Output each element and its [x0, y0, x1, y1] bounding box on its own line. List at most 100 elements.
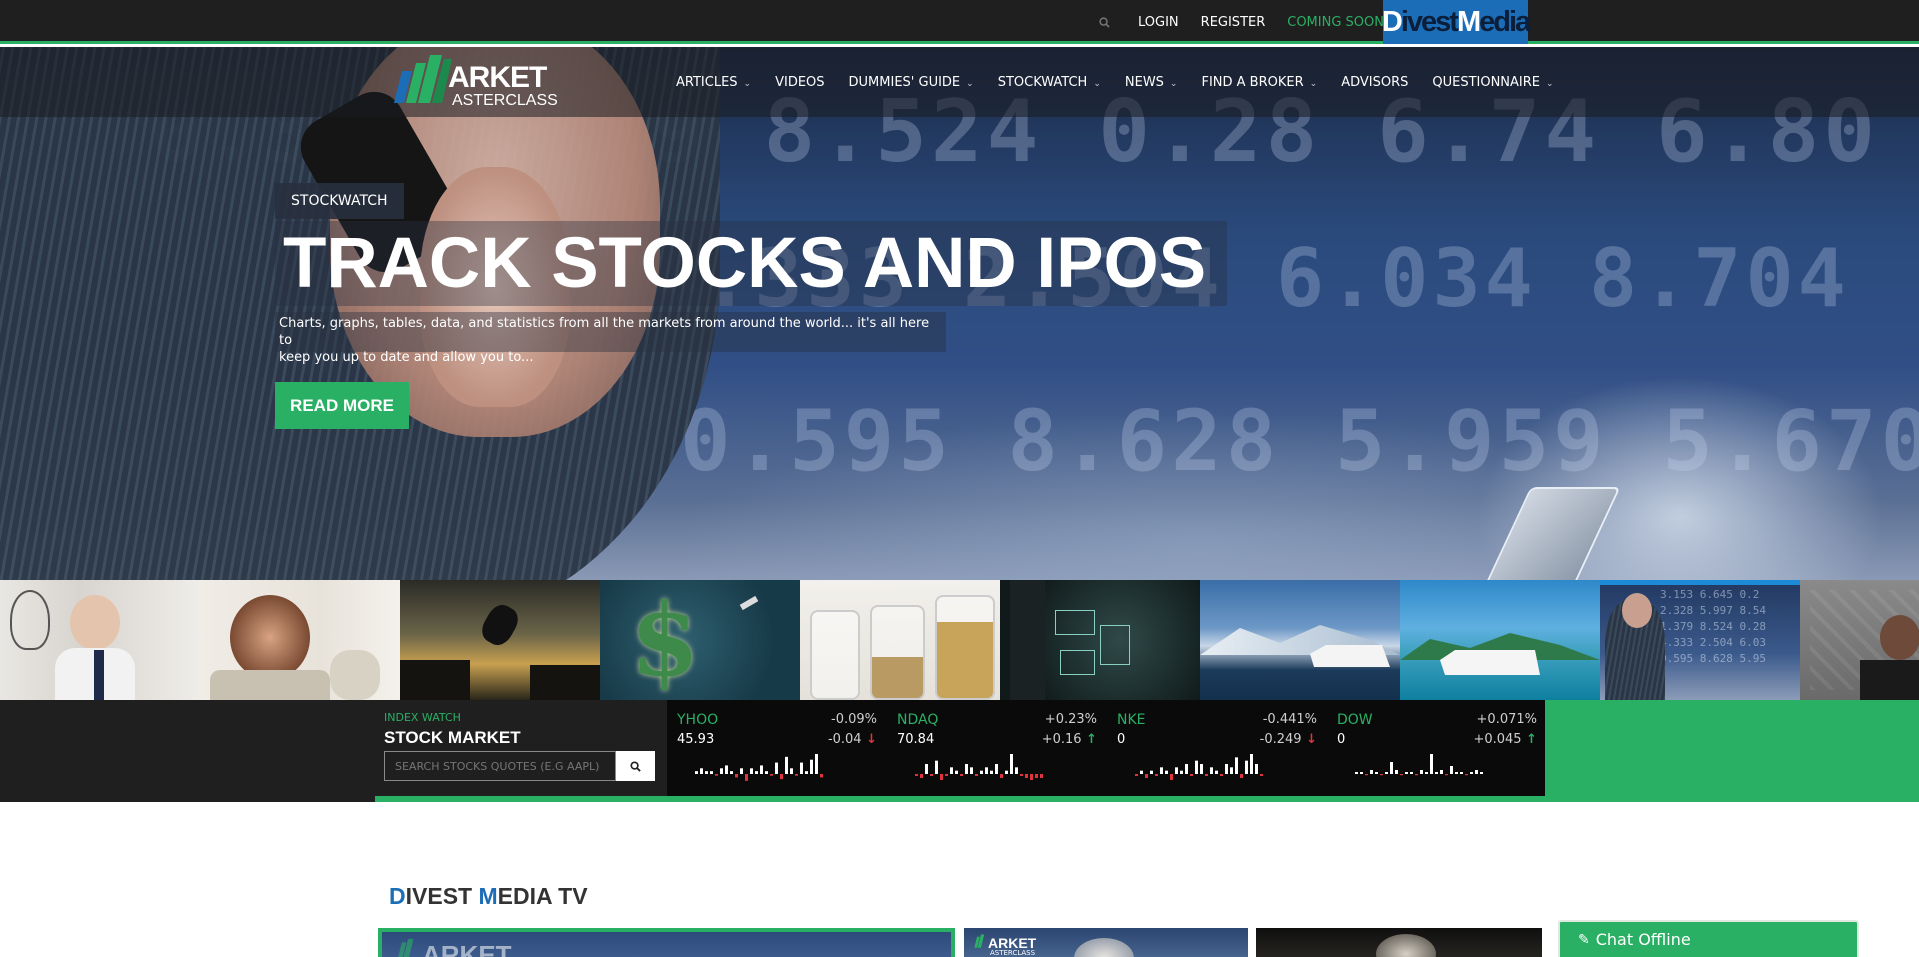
sparkline-bar — [990, 770, 993, 774]
sparkline-bar — [1425, 772, 1428, 774]
chevron-down-icon: ⌄ — [1546, 78, 1554, 89]
chevron-down-icon: ⌄ — [1309, 78, 1318, 89]
sparkline-bar — [940, 774, 943, 780]
ticker-ndaq[interactable]: NDAQ +0.23% 70.84 +0.16 ↑ — [887, 700, 1097, 796]
hero-excerpt: Charts, graphs, tables, data, and statis… — [275, 312, 946, 365]
sparkline-bar — [1145, 774, 1148, 778]
thumbnail-lightbulb-man[interactable] — [0, 580, 200, 700]
sparkline-bar — [1155, 774, 1158, 776]
nav-item-find-a-broker[interactable]: FIND A BROKER ⌄ — [1201, 75, 1317, 90]
video-thumbnail-1[interactable]: ARKET — [378, 928, 955, 957]
read-more-button[interactable]: READ MORE — [275, 382, 409, 429]
sparkline-bar — [705, 771, 708, 774]
ticker-dow[interactable]: DOW +0.071% 0 +0.045 ↑ — [1327, 700, 1537, 796]
ticker-sparkline — [1355, 754, 1483, 776]
search-icon — [630, 760, 641, 772]
divest-media-logo[interactable]: DivestMedia — [1382, 0, 1531, 44]
sparkline-bar — [1435, 772, 1438, 774]
thumbnail-businessman-phone[interactable]: 3.153 6.645 0.2 2.328 5.997 8.54 1.379 8.5… — [1600, 580, 1800, 700]
sparkline-bar — [1180, 770, 1183, 774]
sparkline-bar — [1170, 774, 1173, 780]
hero-bg-numbers-3: 0.595 8.628 5.959 5.670 — [680, 392, 1919, 490]
sparkline-bar — [965, 764, 968, 774]
search-icon[interactable] — [1096, 14, 1112, 30]
sparkline-bar — [1415, 774, 1418, 776]
nav-item-news[interactable]: NEWS ⌄ — [1125, 75, 1178, 90]
laptop-image — [1479, 487, 1621, 580]
index-watch-label: INDEX WATCH — [384, 711, 461, 724]
coming-soon-link[interactable]: COMING SOON — [1287, 15, 1384, 30]
thumbnail-dollar-island[interactable]: $ — [600, 580, 800, 700]
sparkline-bar — [955, 770, 958, 774]
hero-headline[interactable]: TRACK STOCKS AND IPOS — [275, 221, 1227, 306]
ticker-price: 0 — [1117, 732, 1126, 747]
thumbnail-cruise-ship-tropical[interactable] — [1400, 580, 1600, 700]
sparkline-bar — [945, 774, 948, 776]
register-link[interactable]: REGISTER — [1201, 15, 1266, 30]
hero-category-tag[interactable]: STOCKWATCH — [275, 183, 404, 219]
thumbnail-jumping-silhouette[interactable] — [400, 580, 600, 700]
sparkline-bar — [1400, 774, 1403, 776]
nav-item-dummies-guide[interactable]: DUMMIES' GUIDE ⌄ — [849, 75, 974, 90]
sparkline-bar — [1040, 774, 1043, 778]
ticker-change: -0.249 ↓ — [1260, 732, 1317, 747]
sparkline-bar — [1470, 772, 1473, 774]
nav-item-articles[interactable]: ARTICLES ⌄ — [676, 75, 751, 90]
title-letter: M — [478, 883, 498, 909]
nav-item-questionnaire[interactable]: QUESTIONNAIRE ⌄ — [1432, 75, 1553, 90]
nav-item-label: VIDEOS — [775, 74, 825, 90]
stock-search-button[interactable] — [616, 751, 655, 781]
arrow-up-icon: ↑ — [1081, 732, 1097, 747]
hero-excerpt-line2: keep you up to date and allow you to... — [279, 350, 534, 365]
ticker-nke[interactable]: NKE -0.441% 0 -0.249 ↓ — [1107, 700, 1317, 796]
ticker-yhoo[interactable]: YHOO -0.09% 45.93 -0.04 ↓ — [667, 700, 877, 796]
ticker-change-value: +0.16 — [1041, 732, 1082, 747]
index-watch-green-panel — [1545, 700, 1919, 802]
sparkline-bar — [815, 754, 818, 774]
nav-item-advisors[interactable]: ADVISORS — [1341, 75, 1408, 90]
stock-search-input[interactable] — [384, 751, 616, 781]
thumbnail-business-diagram[interactable] — [1000, 580, 1200, 700]
sparkline-bar — [1175, 767, 1178, 774]
sparkline-bar — [745, 774, 748, 781]
video-thumbnail-2[interactable]: ARKET ASTERCLASS — [964, 928, 1248, 957]
video-thumbnail-3[interactable] — [1256, 928, 1542, 957]
thumbnail-coin-jars[interactable] — [800, 580, 1000, 700]
sparkline-bar — [1370, 770, 1373, 774]
sparkline-bar — [1465, 774, 1468, 776]
sparkline-bar — [1195, 760, 1198, 774]
nav-item-stockwatch[interactable]: STOCKWATCH ⌄ — [998, 75, 1101, 90]
video-logo-subtext: ASTERCLASS — [990, 949, 1036, 957]
sparkline-bar — [1420, 770, 1423, 774]
sparkline-bar — [1455, 772, 1458, 774]
sparkline-bar — [740, 768, 743, 774]
index-watch-panel: INDEX WATCH STOCK MARKET — [375, 700, 667, 796]
thumbnail-woman-coins[interactable] — [200, 580, 400, 700]
sparkline-bar — [1230, 767, 1233, 774]
sparkline-bar — [805, 771, 808, 774]
ticker-symbol: NKE — [1117, 712, 1146, 728]
sparkline-bar — [1005, 770, 1008, 774]
ticker-sparkline — [915, 754, 1043, 780]
sparkline-bar — [1150, 770, 1153, 774]
sparkline-bar — [1355, 772, 1358, 774]
ticker-change-value: +0.045 — [1473, 732, 1522, 747]
sparkline-bar — [1140, 770, 1143, 774]
ticker-percent: -0.441% — [1262, 712, 1317, 727]
sparkline-bar — [1365, 774, 1368, 776]
logo-m-icon — [394, 55, 452, 103]
sparkline-bar — [1205, 774, 1208, 776]
sparkline-bar — [1395, 770, 1398, 774]
section-title-divest-media-tv: DIVEST MEDIA TV — [389, 883, 588, 910]
sparkline-bar — [1405, 772, 1408, 774]
login-link[interactable]: LOGIN — [1138, 15, 1179, 30]
thumbnail-cruise-ship-glacier[interactable] — [1200, 580, 1400, 700]
sparkline-bar — [995, 764, 998, 774]
nav-item-label: NEWS — [1124, 74, 1164, 90]
nav-item-videos[interactable]: VIDEOS — [775, 75, 824, 90]
sparkline-bar — [755, 771, 758, 774]
arrow-up-icon: ↑ — [1521, 732, 1537, 747]
thumbnail-stressed-man-sketch[interactable] — [1800, 580, 1919, 700]
market-masterclass-logo[interactable]: ARKET ASTERCLASS — [392, 53, 558, 111]
chat-widget[interactable]: ✎ Chat Offline — [1558, 920, 1859, 957]
